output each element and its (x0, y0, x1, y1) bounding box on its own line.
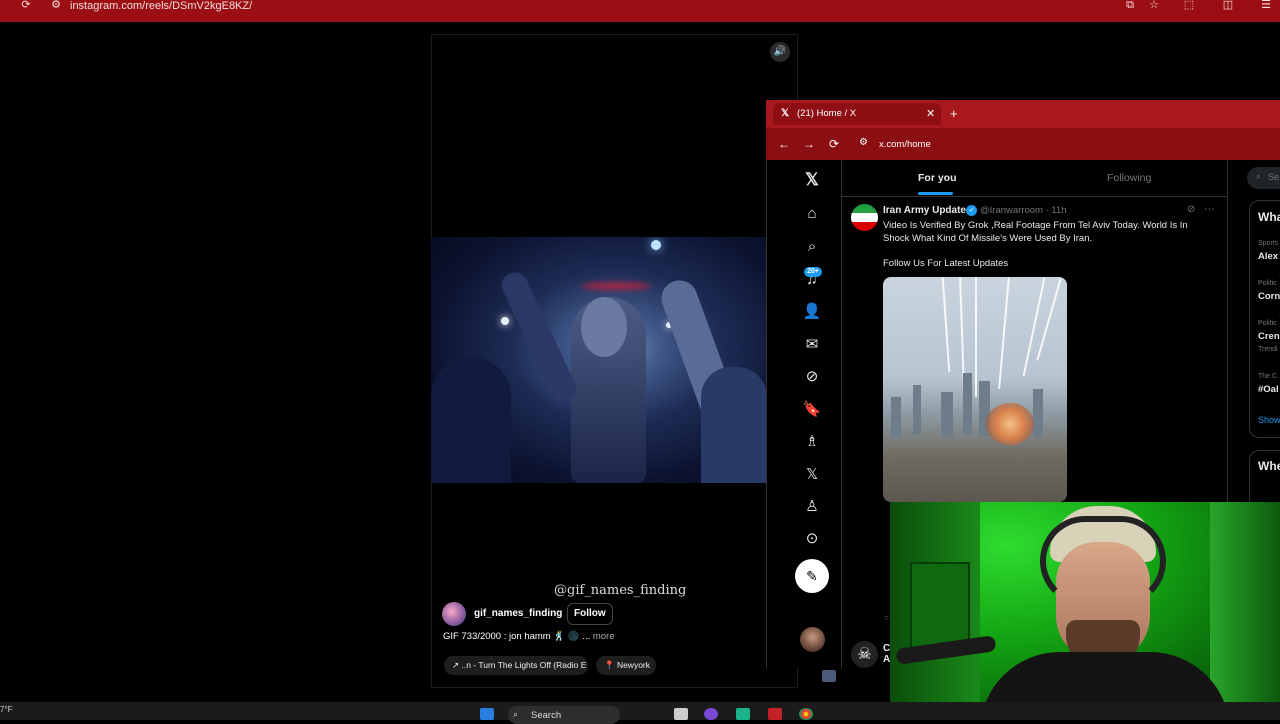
tab-for-you[interactable]: For you (918, 172, 957, 184)
reel-avatar[interactable] (442, 602, 466, 626)
trend-sub: Trendi (1258, 346, 1278, 353)
install-app-icon[interactable]: ⧉ (1124, 0, 1136, 12)
account-avatar[interactable] (800, 627, 825, 652)
tab-close-icon[interactable]: ✕ (926, 107, 935, 120)
chrome-icon[interactable] (799, 708, 813, 720)
who-to-follow-heading: Whe (1258, 459, 1280, 473)
windows-start-icon[interactable] (480, 708, 494, 720)
post2-avatar[interactable]: ☠ (851, 641, 878, 668)
taskbar-search-label: Search (531, 710, 562, 721)
notification-badge: 20+ (804, 267, 822, 277)
jobs-icon[interactable]: ♗ (802, 432, 822, 452)
taskbar-search-input[interactable] (508, 706, 620, 724)
trend-name[interactable]: Cren (1258, 331, 1280, 342)
post-author-name[interactable]: Iran Army Update (883, 205, 966, 216)
follow-button[interactable]: Follow (567, 603, 613, 625)
follow-people-icon[interactable]: 👤 (802, 302, 822, 322)
trends-heading: Wha (1258, 210, 1280, 224)
post-handle-time[interactable]: @Iranwarroom · 11h (980, 205, 1067, 216)
column-divider (841, 160, 842, 668)
post-text-follow: Follow Us For Latest Updates (883, 258, 1009, 269)
explosion (986, 403, 1034, 445)
trend-category: Sports (1258, 240, 1279, 247)
tab-title: (21) Home / X (797, 108, 857, 119)
tray-app-icon[interactable] (822, 670, 836, 682)
grok-explain-icon[interactable]: ⊘ (1187, 204, 1195, 215)
active-tab-indicator (918, 192, 953, 195)
nav-bar (766, 128, 1280, 160)
browser-top-bar: ⟳ ⚙ instagram.com/reels/DSmV2kgE8KZ/ ⧉ ☆… (0, 0, 1280, 22)
app-icon-red[interactable] (768, 708, 782, 720)
split-view-icon[interactable]: ◫ (1222, 0, 1234, 12)
x-logo-icon[interactable]: 𝕏 (802, 170, 822, 190)
trend-name[interactable]: Corn (1258, 291, 1280, 302)
grok-icon[interactable]: ⊘ (802, 367, 822, 387)
caption-more-link[interactable]: more (593, 631, 615, 642)
profile-icon[interactable]: ♙ (802, 497, 822, 517)
bookmark-star-icon[interactable]: ☆ (1148, 0, 1160, 12)
verified-badge-icon: ✓ (966, 205, 977, 216)
file-explorer-icon[interactable] (674, 708, 688, 720)
post-more-icon[interactable]: ··· (1204, 203, 1215, 215)
home-icon[interactable]: ⌂ (802, 204, 822, 224)
webcam-overlay (890, 502, 1280, 720)
search-icon: ⌕ (513, 709, 519, 719)
reel-video[interactable] (431, 237, 767, 483)
trends-panel (1249, 200, 1280, 438)
premium-x-icon[interactable]: 𝕏 (802, 465, 822, 485)
trend-name[interactable]: Alex (1258, 251, 1278, 262)
reel-caption-text: GIF 733/2000 : jon hamm 🕺 🌑 ... (443, 631, 591, 642)
forward-icon[interactable]: → (803, 137, 815, 151)
bookmarks-icon[interactable]: 🔖 (802, 400, 822, 420)
site-settings-icon[interactable]: ⚙ (50, 0, 62, 12)
trend-category: Politic (1258, 320, 1277, 327)
show-more-link[interactable]: Show (1258, 415, 1280, 425)
x-favicon-icon: 𝕏 (781, 108, 790, 119)
weather-temp[interactable]: 7°F (0, 705, 13, 714)
reel-watermark: @gif_names_finding (554, 583, 687, 598)
more-circle-icon[interactable]: ⊙ (802, 529, 822, 549)
search-placeholder: Se (1268, 172, 1280, 182)
tab-following[interactable]: Following (1107, 172, 1151, 184)
post-video[interactable] (883, 277, 1067, 502)
menu-icon[interactable]: ☰ (1260, 0, 1272, 12)
compose-post-button[interactable]: ✎ (795, 559, 829, 593)
app-icon-purple[interactable] (704, 708, 718, 720)
new-tab-icon[interactable]: + (950, 106, 958, 121)
taskbar (0, 702, 1280, 720)
post-avatar[interactable] (851, 204, 878, 231)
trend-category: The C (1258, 373, 1278, 380)
reload-icon-2[interactable]: ⟳ (829, 137, 839, 151)
site-info-icon[interactable]: ⚙ (859, 137, 868, 148)
location-chip[interactable]: 📍 Newyork (596, 656, 656, 675)
reply-icon[interactable]: ○ (884, 613, 889, 622)
audio-chip[interactable]: ↗ ..n - Turn The Lights Off (Radio E (444, 656, 588, 675)
reel-username[interactable]: gif_names_finding (474, 608, 562, 619)
header-divider (841, 196, 1227, 197)
explore-search-icon[interactable]: ⌕ (802, 237, 822, 257)
mute-button[interactable]: 🔊 (770, 42, 790, 62)
extensions-icon[interactable]: ⬚ (1183, 0, 1195, 12)
app-icon-green[interactable] (736, 708, 750, 720)
reload-icon[interactable]: ⟳ (20, 0, 32, 12)
messages-envelope-icon[interactable]: ✉ (802, 335, 822, 355)
address-bar-url-2[interactable]: x.com/home (879, 139, 931, 150)
trend-category: Politic (1258, 280, 1277, 287)
address-bar-url[interactable]: instagram.com/reels/DSmV2kgE8KZ/ (70, 0, 252, 12)
back-icon[interactable]: ← (778, 137, 790, 151)
trend-name[interactable]: #Oal (1258, 384, 1279, 395)
post-text: Video Is Verified By Grok ,Real Footage … (883, 220, 1188, 244)
search-icon: ⌕ (1256, 171, 1262, 181)
reel-caption: GIF 733/2000 : jon hamm 🕺 🌑 ... more (443, 631, 615, 642)
